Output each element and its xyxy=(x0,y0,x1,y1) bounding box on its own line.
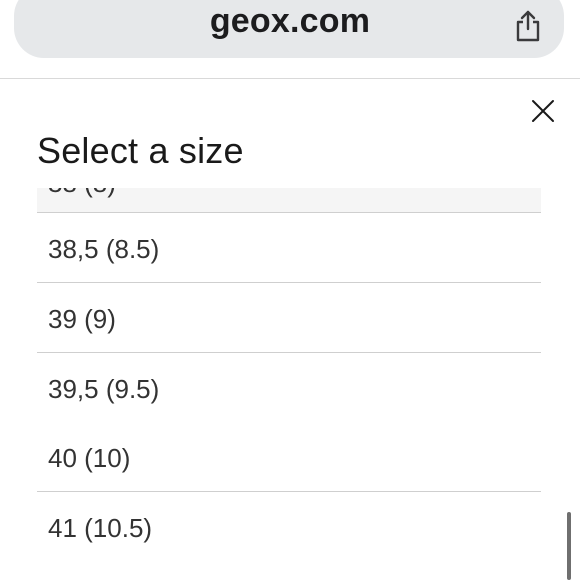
close-icon xyxy=(532,100,554,122)
close-button[interactable] xyxy=(530,98,556,124)
size-option-label: 41 (10.5) xyxy=(48,513,153,543)
size-option-label: 38,5 (8.5) xyxy=(48,234,160,264)
size-option[interactable]: 41 (10.5) xyxy=(37,492,541,561)
size-option[interactable]: 40 (10) xyxy=(37,422,541,492)
size-option[interactable]: 38,5 (8.5) xyxy=(37,213,541,283)
size-option[interactable]: 39,5 (9.5) xyxy=(37,353,541,423)
size-option-label: 39,5 (9.5) xyxy=(48,374,160,404)
size-option-label: 38 (8) xyxy=(48,188,116,199)
address-bar-url[interactable]: geox.com xyxy=(0,2,580,41)
size-option-label: 39 (9) xyxy=(48,304,116,334)
size-option-partial[interactable]: 38 (8) xyxy=(37,188,541,213)
size-option[interactable]: 39 (9) xyxy=(37,283,541,353)
scrollbar[interactable] xyxy=(567,512,571,580)
page: geox.com Select a size 38 (8) 38,5 (8.5)… xyxy=(0,0,580,580)
size-list[interactable]: 38 (8) 38,5 (8.5) 39 (9) 39,5 (9.5) 40 (… xyxy=(37,188,541,580)
toolbar-divider xyxy=(0,78,580,79)
modal-title: Select a size xyxy=(37,130,244,171)
size-option-label: 40 (10) xyxy=(48,443,131,473)
share-button[interactable] xyxy=(510,8,546,44)
share-icon xyxy=(516,10,540,42)
browser-toolbar: geox.com xyxy=(0,0,580,78)
